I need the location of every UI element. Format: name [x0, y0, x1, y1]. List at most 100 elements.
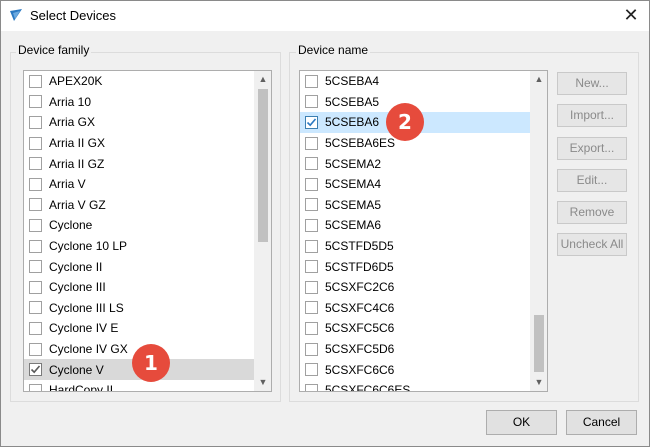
list-item[interactable]: 5CSEMA4 — [300, 174, 530, 195]
checkbox-icon[interactable] — [29, 95, 42, 109]
scroll-thumb[interactable] — [258, 89, 268, 242]
list-item[interactable]: APEX20K — [24, 71, 254, 92]
list-item-label: Arria 10 — [49, 94, 92, 109]
checkbox-icon[interactable] — [29, 177, 42, 191]
scroll-up-icon[interactable]: ▲ — [531, 71, 547, 88]
checkbox-icon[interactable] — [305, 198, 318, 212]
checkbox-icon[interactable] — [29, 321, 42, 335]
list-item-label: Cyclone IV GX — [49, 342, 128, 357]
checkbox-icon[interactable] — [305, 95, 318, 109]
list-item-label: Arria GX — [49, 115, 96, 130]
scroll-up-icon[interactable]: ▲ — [255, 71, 271, 88]
checkbox-icon[interactable] — [29, 74, 42, 88]
list-item[interactable]: 5CSEMA2 — [300, 153, 530, 174]
list-item-label: 5CSEMA4 — [325, 177, 382, 192]
checkbox-icon[interactable] — [29, 218, 42, 232]
list-item[interactable]: Cyclone III LS — [24, 298, 254, 319]
cancel-button[interactable]: Cancel — [566, 410, 637, 435]
scroll-thumb[interactable] — [534, 315, 544, 372]
list-item[interactable]: 5CSEMA5 — [300, 195, 530, 216]
device-family-label: Device family — [16, 43, 92, 57]
checkbox-icon[interactable] — [305, 74, 318, 88]
list-item-label: Arria II GX — [49, 136, 106, 151]
list-item[interactable]: Cyclone — [24, 215, 254, 236]
uncheck-all-button[interactable]: Uncheck All — [557, 233, 627, 256]
list-item-label: 5CSTFD5D5 — [325, 239, 394, 254]
list-item[interactable]: Cyclone 10 LP — [24, 236, 254, 257]
scroll-down-icon[interactable]: ▼ — [531, 374, 547, 391]
list-item[interactable]: Arria 10 — [24, 92, 254, 113]
checkbox-icon[interactable] — [29, 136, 42, 150]
checkbox-icon[interactable] — [305, 239, 318, 253]
checkbox-icon[interactable] — [29, 198, 42, 212]
list-item[interactable]: Arria II GZ — [24, 153, 254, 174]
checkbox-icon[interactable] — [29, 301, 42, 315]
device-family-scrollbar[interactable]: ▲ ▼ — [254, 71, 271, 391]
device-name-label: Device name — [296, 43, 371, 57]
checkbox-icon[interactable] — [305, 177, 318, 191]
list-item[interactable]: Cyclone III — [24, 277, 254, 298]
checkbox-icon[interactable] — [305, 383, 318, 391]
list-item[interactable]: 5CSTFD5D5 — [300, 236, 530, 257]
list-item[interactable]: Cyclone II — [24, 256, 254, 277]
list-item-label: HardCopy II — [49, 383, 114, 391]
new-button[interactable]: New... — [557, 72, 627, 95]
list-item-label: Cyclone IV E — [49, 321, 119, 336]
list-item-label: 5CSEBA4 — [325, 74, 380, 89]
checkbox-icon[interactable] — [305, 260, 318, 274]
checkbox-icon[interactable] — [305, 301, 318, 315]
ok-button[interactable]: OK — [486, 410, 557, 435]
list-item-label: Arria II GZ — [49, 156, 105, 171]
close-icon[interactable]: ✕ — [620, 4, 642, 26]
checkbox-icon[interactable] — [29, 383, 42, 391]
list-item[interactable]: 5CSEMA6 — [300, 215, 530, 236]
list-item-label: 5CSEMA2 — [325, 156, 382, 171]
checkbox-icon[interactable] — [29, 157, 42, 171]
checkbox-icon[interactable] — [29, 239, 42, 253]
list-item[interactable]: HardCopy II — [24, 380, 254, 391]
edit-button[interactable]: Edit... — [557, 169, 627, 192]
checkbox-icon[interactable] — [305, 280, 318, 294]
checkbox-icon[interactable] — [305, 342, 318, 356]
device-name-scrollbar[interactable]: ▲ ▼ — [530, 71, 547, 391]
checkbox-checked-icon[interactable] — [29, 363, 42, 377]
checkbox-icon[interactable] — [305, 218, 318, 232]
checkbox-checked-icon[interactable] — [305, 115, 318, 129]
list-item[interactable]: 5CSEBA4 — [300, 71, 530, 92]
list-item[interactable]: 5CSTFD6D5 — [300, 256, 530, 277]
device-family-items: APEX20K Arria 10 Arria GX Arria II GX Arria … — [24, 71, 254, 391]
list-item-label: 5CSEMA6 — [325, 218, 382, 233]
list-item[interactable]: 5CSXFC6C6ES — [300, 380, 530, 391]
checkbox-icon[interactable] — [305, 157, 318, 171]
list-item[interactable]: Arria GX — [24, 112, 254, 133]
checkbox-icon[interactable] — [305, 363, 318, 377]
list-item[interactable]: Arria II GX — [24, 133, 254, 154]
list-item[interactable]: 5CSXFC5D6 — [300, 339, 530, 360]
remove-button[interactable]: Remove — [557, 201, 627, 224]
list-item[interactable]: 5CSXFC4C6 — [300, 298, 530, 319]
list-item-label: 5CSEMA5 — [325, 197, 382, 212]
checkbox-icon[interactable] — [305, 321, 318, 335]
checkbox-icon[interactable] — [29, 342, 42, 356]
list-item[interactable]: Arria V — [24, 174, 254, 195]
list-item-label: Cyclone 10 LP — [49, 239, 128, 254]
list-item[interactable]: 5CSXFC5C6 — [300, 318, 530, 339]
import-button[interactable]: Import... — [557, 104, 627, 127]
scroll-down-icon[interactable]: ▼ — [255, 374, 271, 391]
window-title: Select Devices — [30, 8, 116, 23]
list-item[interactable]: Cyclone IV E — [24, 318, 254, 339]
annotation-badge-1: 1 — [132, 344, 170, 382]
checkbox-icon[interactable] — [29, 115, 42, 129]
list-item-label: 5CSXFC5D6 — [325, 342, 395, 357]
list-item-label: 5CSXFC5C6 — [325, 321, 395, 336]
list-item-label: Cyclone III — [49, 280, 106, 295]
list-item[interactable]: 5CSXFC6C6 — [300, 359, 530, 380]
checkbox-icon[interactable] — [29, 260, 42, 274]
list-item[interactable]: Arria V GZ — [24, 195, 254, 216]
checkbox-icon[interactable] — [29, 280, 42, 294]
list-item-label: Cyclone II — [49, 259, 103, 274]
list-item-label: 5CSXFC2C6 — [325, 280, 395, 295]
list-item[interactable]: 5CSXFC2C6 — [300, 277, 530, 298]
checkbox-icon[interactable] — [305, 136, 318, 150]
export-button[interactable]: Export... — [557, 137, 627, 160]
